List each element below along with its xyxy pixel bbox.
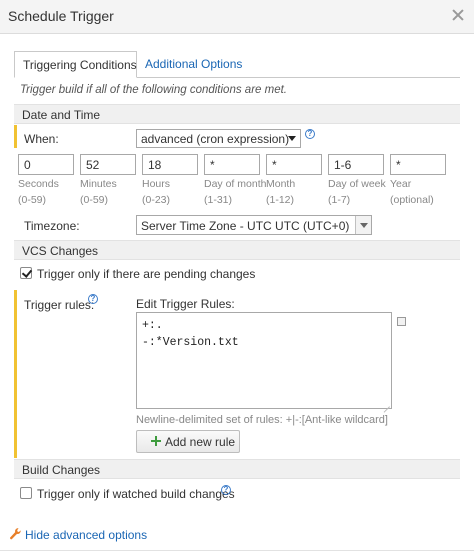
cron-seconds-input[interactable]: 0 [18, 154, 74, 175]
required-marker [14, 125, 17, 148]
add-rule-button[interactable]: Add new rule [136, 430, 240, 453]
cron-year-range: (optional) [390, 194, 434, 206]
cron-day-of-week-range: (1-7) [328, 194, 351, 206]
cron-minutes-range: (0-59) [80, 194, 109, 206]
cron-day-of-month-input[interactable]: * [204, 154, 260, 175]
add-rule-label: Add new rule [165, 435, 236, 449]
expand-editor-icon[interactable] [397, 317, 406, 326]
timezone-select-value: Server Time Zone - UTC UTC (UTC+0) [141, 219, 350, 233]
pending-changes-checkbox[interactable] [20, 267, 32, 279]
resize-handle[interactable] [382, 399, 390, 407]
plus-icon [151, 436, 161, 446]
wrench-icon [10, 528, 21, 540]
chevron-down-icon [355, 216, 371, 234]
cron-hours-label: Hours [142, 178, 171, 190]
dialog-title: Schedule Trigger [8, 8, 114, 24]
cron-month-input[interactable]: * [266, 154, 322, 175]
cron-month-range: (1-12) [266, 194, 295, 206]
dialog-header: Schedule Trigger [0, 0, 474, 34]
timezone-select[interactable]: Server Time Zone - UTC UTC (UTC+0) [136, 215, 372, 235]
required-marker [14, 290, 17, 458]
cron-minutes-label: Minutes [80, 178, 117, 190]
help-icon[interactable]: ? [88, 294, 98, 304]
tab-additional-options[interactable]: Additional Options [137, 51, 259, 78]
cron-seconds-label: Seconds [18, 178, 59, 190]
when-select[interactable]: advanced (cron expression) [136, 129, 301, 148]
cron-day-of-month-range: (1-31) [204, 194, 233, 206]
cron-month-label: Month [266, 178, 296, 190]
close-icon[interactable] [450, 7, 466, 23]
watched-build-checkbox[interactable] [20, 487, 32, 499]
trigger-rules-textarea[interactable]: +:. -:*Version.txt [136, 312, 392, 409]
cron-hours-range: (0-23) [142, 194, 171, 206]
cron-day-of-week-label: Day of week [328, 178, 386, 190]
when-select-value: advanced (cron expression) [141, 132, 290, 146]
timezone-label: Timezone: [24, 219, 80, 233]
watched-build-label: Trigger only if watched build changes [37, 487, 235, 501]
pending-changes-label: Trigger only if there are pending change… [37, 267, 256, 281]
cron-year-input[interactable]: * [390, 154, 446, 175]
cron-seconds-range: (0-59) [18, 194, 47, 206]
help-icon[interactable]: ? [305, 129, 315, 139]
cron-day-of-month-label: Day of month [204, 178, 267, 190]
rules-hint: Newline-delimited set of rules: +|-:[Ant… [136, 414, 388, 426]
section-vcs-changes: VCS Changes [14, 240, 460, 260]
cron-day-of-week-input[interactable]: 1-6 [328, 154, 384, 175]
hide-advanced-options-link[interactable]: Hide advanced options [25, 528, 147, 542]
section-date-time: Date and Time [14, 104, 460, 124]
edit-rules-label: Edit Trigger Rules: [136, 297, 235, 311]
footer-divider [0, 550, 474, 551]
chevron-down-icon [288, 136, 296, 141]
section-build-changes: Build Changes [14, 459, 460, 479]
conditions-subtitle: Trigger build if all of the following co… [20, 84, 287, 96]
help-icon[interactable]: ? [221, 485, 231, 495]
trigger-rules-label: Trigger rules: [24, 298, 95, 312]
cron-hours-input[interactable]: 18 [142, 154, 198, 175]
cron-year-label: Year [390, 178, 412, 190]
cron-minutes-input[interactable]: 52 [80, 154, 136, 175]
when-label: When: [24, 132, 59, 146]
tab-triggering-conditions[interactable]: Triggering Conditions [14, 51, 137, 78]
